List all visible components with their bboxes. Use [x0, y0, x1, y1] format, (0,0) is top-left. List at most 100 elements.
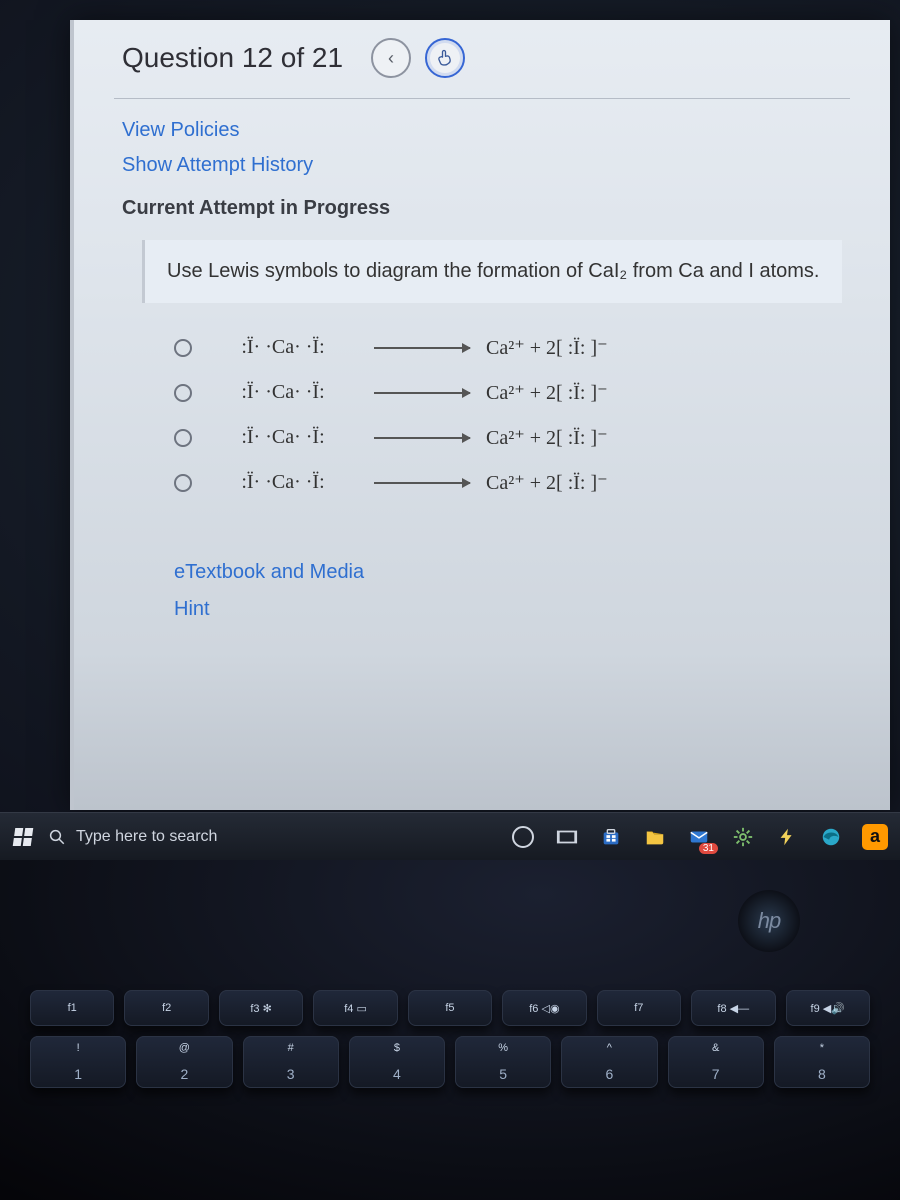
edge-icon: [820, 826, 842, 848]
key-label: f8 ◀—: [717, 1002, 749, 1015]
arrow-icon: [374, 347, 470, 349]
answer-option[interactable]: :Ï· ·Ca· ·Ï: Ca²⁺ + 2[ :Ï: ]⁻: [174, 460, 842, 505]
show-attempt-history-link[interactable]: Show Attempt History: [122, 148, 842, 183]
key-number: 5: [499, 1066, 507, 1082]
microsoft-store-button[interactable]: [596, 822, 626, 852]
gear-icon: [732, 826, 754, 848]
option-right: Ca²⁺ + 2[ :Ï: ]⁻: [486, 335, 716, 360]
key-4[interactable]: $4: [349, 1036, 445, 1088]
etextbook-link[interactable]: eTextbook and Media: [74, 515, 890, 592]
key-symbol: #: [288, 1042, 294, 1054]
windows-taskbar: Type here to search 31: [0, 812, 900, 860]
quiz-page: Question 12 of 21 ‹ View Policies Show A…: [70, 20, 890, 810]
option-right: Ca²⁺ + 2[ :Ï: ]⁻: [486, 470, 716, 495]
key-f2[interactable]: f2: [124, 990, 208, 1026]
prev-question-button[interactable]: ‹: [371, 38, 411, 78]
key-8[interactable]: *8: [774, 1036, 870, 1088]
key-symbol: &: [712, 1042, 719, 1054]
key-number: 4: [393, 1066, 401, 1082]
mail-badge: 31: [699, 843, 718, 854]
question-prompt-text: Use Lewis symbols to diagram the formati…: [167, 260, 819, 282]
key-1[interactable]: !1: [30, 1036, 126, 1088]
key-f6[interactable]: f6 ◁◉: [502, 990, 586, 1026]
taskbar-search-placeholder: Type here to search: [76, 828, 217, 846]
key-f9[interactable]: f9 ◀🔊: [786, 990, 870, 1026]
radio-icon[interactable]: [174, 474, 192, 492]
keyboard: f1 f2 f3 ✻ f4 ▭ f5 f6 ◁◉ f7 f8 ◀— f9 ◀🔊 …: [30, 990, 870, 1190]
fn-row: f1 f2 f3 ✻ f4 ▭ f5 f6 ◁◉ f7 f8 ◀— f9 ◀🔊: [30, 990, 870, 1026]
radio-icon[interactable]: [174, 384, 192, 402]
key-label: f4 ▭: [344, 1002, 367, 1015]
key-number: 2: [180, 1066, 188, 1082]
key-2[interactable]: @2: [136, 1036, 232, 1088]
windows-logo-icon: [13, 828, 34, 846]
chevron-left-icon: ‹: [388, 48, 394, 69]
key-number: 7: [712, 1066, 720, 1082]
key-5[interactable]: %5: [455, 1036, 551, 1088]
divider: [114, 98, 850, 99]
option-left: :Ï· ·Ca· ·Ï:: [208, 426, 358, 449]
start-button[interactable]: [0, 828, 46, 846]
key-3[interactable]: #3: [243, 1036, 339, 1088]
key-label: f1: [68, 1002, 77, 1014]
search-icon: [48, 828, 66, 846]
taskbar-tray: 31 a: [508, 822, 900, 852]
key-number: 1: [74, 1066, 82, 1082]
question-nav: ‹: [371, 38, 465, 78]
key-label: f2: [162, 1002, 171, 1014]
arrow-icon: [374, 392, 470, 394]
key-esc[interactable]: f1: [30, 990, 114, 1026]
answer-option[interactable]: :Ï· ·Ca· ·Ï: Ca²⁺ + 2[ :Ï: ]⁻: [174, 415, 842, 460]
option-left: :Ï· ·Ca· ·Ï:: [208, 471, 358, 494]
answer-option[interactable]: :Ï· ·Ca· ·Ï: Ca²⁺ + 2[ :Ï: ]⁻: [174, 325, 842, 370]
hand-pointer-icon: [435, 47, 455, 69]
option-right: Ca²⁺ + 2[ :Ï: ]⁻: [486, 425, 716, 450]
key-6[interactable]: ^6: [561, 1036, 657, 1088]
key-symbol: ^: [607, 1042, 612, 1054]
task-view-icon: [556, 826, 578, 848]
key-symbol: %: [498, 1042, 508, 1054]
hint-link[interactable]: Hint: [74, 592, 890, 629]
mail-button[interactable]: 31: [684, 822, 714, 852]
key-symbol: !: [77, 1042, 80, 1054]
key-number: 6: [605, 1066, 613, 1082]
radio-icon[interactable]: [174, 339, 192, 357]
view-policies-link[interactable]: View Policies: [122, 113, 842, 148]
amazon-button[interactable]: a: [860, 822, 890, 852]
settings-button[interactable]: [728, 822, 758, 852]
cortana-button[interactable]: [508, 822, 538, 852]
key-f5[interactable]: f5: [408, 990, 492, 1026]
key-f7[interactable]: f7: [597, 990, 681, 1026]
amazon-icon: a: [862, 824, 888, 850]
key-f4[interactable]: f4 ▭: [313, 990, 397, 1026]
key-number: 3: [287, 1066, 295, 1082]
attempt-progress-label: Current Attempt in Progress: [74, 189, 890, 234]
key-f8[interactable]: f8 ◀—: [691, 990, 775, 1026]
file-explorer-button[interactable]: [640, 822, 670, 852]
key-symbol: *: [820, 1042, 824, 1054]
question-header: Question 12 of 21 ‹: [74, 20, 890, 96]
key-symbol: $: [394, 1042, 400, 1054]
arrow-icon: [374, 482, 470, 484]
folder-icon: [644, 826, 666, 848]
key-label: f5: [445, 1002, 454, 1014]
key-label: f3 ✻: [250, 1002, 271, 1015]
edge-button[interactable]: [816, 822, 846, 852]
question-prompt: Use Lewis symbols to diagram the formati…: [142, 240, 842, 303]
key-f3[interactable]: f3 ✻: [219, 990, 303, 1026]
power-button[interactable]: [772, 822, 802, 852]
radio-icon[interactable]: [174, 429, 192, 447]
bolt-icon: [776, 826, 798, 848]
screen: Question 12 of 21 ‹ View Policies Show A…: [0, 0, 900, 1200]
cortana-icon: [512, 826, 534, 848]
laptop-deck: hp f1 f2 f3 ✻ f4 ▭ f5 f6 ◁◉ f7 f8 ◀— f9 …: [0, 860, 900, 1200]
next-question-button[interactable]: [425, 38, 465, 78]
taskbar-search[interactable]: Type here to search: [46, 828, 346, 846]
task-view-button[interactable]: [552, 822, 582, 852]
policy-links: View Policies Show Attempt History: [74, 109, 890, 189]
key-7[interactable]: &7: [668, 1036, 764, 1088]
answer-options: :Ï· ·Ca· ·Ï: Ca²⁺ + 2[ :Ï: ]⁻ :Ï· ·Ca· ·…: [174, 325, 842, 505]
option-right: Ca²⁺ + 2[ :Ï: ]⁻: [486, 380, 716, 405]
answer-option[interactable]: :Ï· ·Ca· ·Ï: Ca²⁺ + 2[ :Ï: ]⁻: [174, 370, 842, 415]
arrow-icon: [374, 437, 470, 439]
